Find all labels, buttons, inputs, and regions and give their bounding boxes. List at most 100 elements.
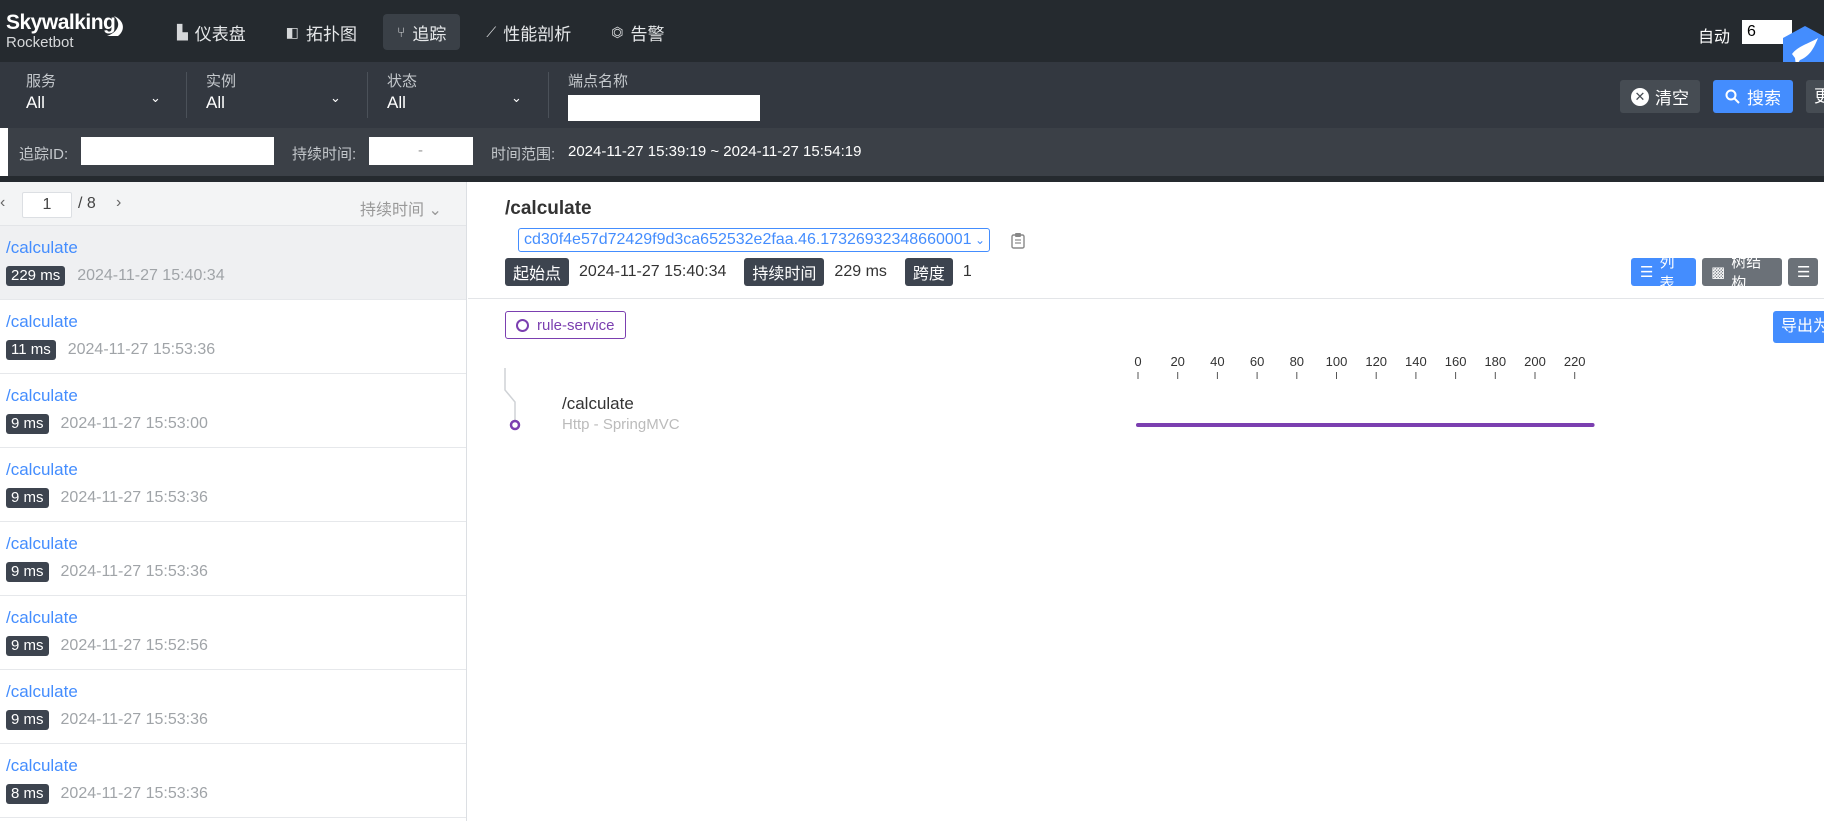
trace-time: 2024-11-27 15:53:36 [60,563,208,580]
axis-tick-label: 20 [1170,354,1184,369]
trace-detail: /calculate cd30f4e57d72429f9d3ca652532e2… [468,182,1824,821]
main-nav: ▙ 仪表盘 ◧ 拓扑图 ⑂ 追踪 ⟋ 性能剖析 ⏣ 告警 [163,14,690,50]
trace-list-item[interactable]: /calculate 11 ms 2024-11-27 15:53:36 [0,300,466,374]
nav-item-3[interactable]: ⟋ 性能剖析 [472,14,585,50]
axis-tick-label: 180 [1484,354,1506,369]
section-divider [468,298,1824,299]
span-count: 1 [962,263,972,280]
nav-item-label: 告警 [630,24,665,44]
alarm-icon: ⏣ [611,23,624,40]
start-value: 2024-11-27 15:40:34 [579,263,727,280]
duration-badge: 9 ms [6,488,49,508]
service-label: 服务 [26,73,57,90]
nav-item-1[interactable]: ◧ 拓扑图 [272,14,371,50]
time-range-value[interactable]: 2024-11-27 15:39:19 ~ 2024-11-27 15:54:1… [568,143,861,160]
axis-tick-label: 120 [1365,354,1387,369]
trace-list-item[interactable]: /calculate 9 ms 2024-11-27 15:53:36 [0,522,466,596]
list-view-button[interactable]: ☰ 列表 [1631,254,1697,292]
trace-time: 2024-11-27 15:53:36 [60,489,208,506]
trace-meta: 229 ms 2024-11-27 15:40:34 [6,266,466,286]
span-node[interactable] [509,419,521,431]
chart-bar-icon: ▙ [177,23,188,40]
instance-select[interactable]: 实例 All ⌄ [206,70,352,120]
trace-name[interactable]: /calculate [6,608,466,628]
table-icon: ☰ [1797,264,1811,281]
top-navbar: Skywalking Rocketbot ▙ 仪表盘 ◧ 拓扑图 ⑂ 追踪 ⟋ 性能剖析 ⏣ 告警… [0,0,1824,76]
instance-label: 实例 [206,73,237,90]
axis-tick-label: 60 [1250,354,1264,369]
nav-item-4[interactable]: ⏣ 告警 [597,14,678,50]
service-select[interactable]: 服务 All ⌄ [26,70,172,120]
endpoint-label: 端点名称 [568,73,629,90]
duration-badge: 8 ms [6,784,49,804]
pagination: ‹ 1 / 8 › 持续时间 ⌄ [0,182,466,226]
duration-badge: 持续时间 [744,258,825,286]
axis-tick-label: 160 [1445,354,1467,369]
more-button[interactable]: 更 [1806,80,1824,113]
trace-meta: 9 ms 2024-11-27 15:53:36 [6,562,466,582]
trace-id-input[interactable] [81,137,274,165]
page-total: / 8 [78,195,96,212]
clipboard-icon[interactable] [1011,232,1025,249]
list-view-label: 列表 [1659,254,1675,292]
duration-badge: 229 ms [6,266,66,286]
page-input[interactable]: 1 [22,192,72,218]
query-bar: 追踪ID: 持续时间: - 时间范围: 2024-11-27 15:39:19 … [8,128,1824,176]
trace-name[interactable]: /calculate [6,386,466,406]
search-button[interactable]: 搜索 [1713,80,1793,113]
nav-item-2[interactable]: ⑂ 追踪 [383,14,461,50]
trace-time: 2024-11-27 15:53:36 [60,785,208,802]
trace-name[interactable]: /calculate [6,238,466,258]
axis-tick-label: 220 [1564,354,1586,369]
brand-name: Skywalking [6,11,116,34]
nav-item-label: 拓扑图 [306,24,358,44]
chevron-down-icon: ⌄ [428,202,442,219]
trace-meta: 9 ms 2024-11-27 15:53:36 [6,710,466,730]
duration-badge: 9 ms [6,414,49,434]
sort-label: 持续时间 [360,202,425,219]
trace-list-item[interactable]: /calculate 9 ms 2024-11-27 15:53:36 [0,448,466,522]
trace-list-item[interactable]: /calculate 8 ms 2024-11-27 15:53:36 [0,744,466,818]
close-circle-icon: ✕ [1631,87,1649,106]
nav-item-label: 追踪 [412,24,447,44]
chevron-left-icon[interactable]: ‹ [0,194,5,212]
trace-list-item[interactable]: /calculate 229 ms 2024-11-27 15:40:34 [0,226,466,300]
axis-tick-label: 200 [1524,354,1546,369]
tree-view-button[interactable]: ▩ 树结构 [1702,254,1782,292]
filter-bar: 服务 All ⌄ 实例 All ⌄ 状态 All ⌄ 端点名称 ✕ 清空 搜索 … [0,62,1824,128]
span-row[interactable] [468,368,1824,448]
trace-name[interactable]: /calculate [6,460,466,480]
endpoint-input[interactable] [568,95,760,121]
nav-item-0[interactable]: ▙ 仪表盘 [163,14,260,50]
clear-button[interactable]: ✕ 清空 [1620,80,1700,113]
topology-icon: ◧ [285,23,300,40]
chevron-right-icon[interactable]: › [116,194,121,212]
tree-view-label: 树结构 [1731,254,1762,292]
trace-list-item[interactable]: /calculate 9 ms 2024-11-27 15:53:00 [0,374,466,448]
trace-meta: 9 ms 2024-11-27 15:52:56 [6,636,466,656]
duration-badge: 11 ms [6,340,56,360]
start-badge: 起始点 [505,258,570,286]
trace-name[interactable]: /calculate [6,756,466,776]
trace-name[interactable]: /calculate [6,312,466,332]
trace-list-item[interactable]: /calculate 9 ms 2024-11-27 15:53:36 [0,670,466,744]
axis-tick-label: 0 [1134,354,1141,369]
trace-list-item[interactable]: /calculate 9 ms 2024-11-27 15:52:56 [0,596,466,670]
trace-time: 2024-11-27 15:40:34 [77,267,225,284]
status-select[interactable]: 状态 All ⌄ [387,70,533,120]
trace-name[interactable]: /calculate [6,682,466,702]
trace-id-select[interactable]: cd30f4e57d72429f9d3ca652532e2faa.46.1732… [518,228,990,252]
duration-badge: 9 ms [6,710,49,730]
service-tag[interactable]: rule-service [505,311,626,339]
trace-name[interactable]: /calculate [6,534,466,554]
clear-label: 清空 [1655,89,1689,108]
table-view-button[interactable]: ☰ [1788,258,1818,286]
app-logo[interactable]: Skywalking Rocketbot [6,11,123,52]
sort-select[interactable]: 持续时间 ⌄ [360,196,442,220]
trace-time: 2024-11-27 15:52:56 [60,637,208,654]
axis-tick-label: 40 [1210,354,1224,369]
export-button[interactable]: 导出为 [1773,311,1824,343]
trace-meta: 9 ms 2024-11-27 15:53:36 [6,488,466,508]
nav-item-label: 性能剖析 [503,24,572,44]
status-label: 状态 [387,73,418,90]
